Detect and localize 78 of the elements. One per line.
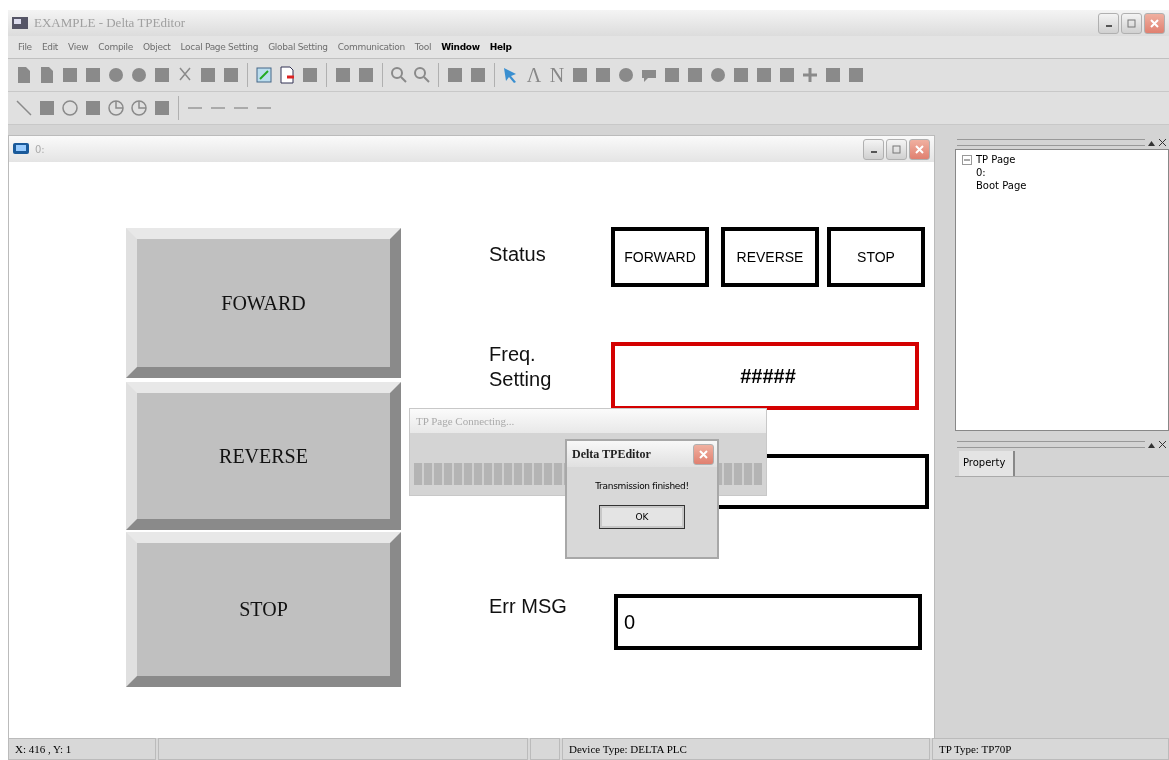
square-icon[interactable] <box>468 65 488 85</box>
text-tool[interactable]: N <box>547 63 567 87</box>
dialog-title: Delta TPEditor <box>572 446 651 462</box>
square-icon[interactable] <box>731 65 751 85</box>
square-icon[interactable] <box>333 65 353 85</box>
canvas-label: Freq. Setting <box>489 342 553 392</box>
text-tool[interactable]: Λ <box>524 63 544 87</box>
pie-outline-icon[interactable] <box>129 98 149 118</box>
dialog-title: TP Page Connecting... <box>410 409 766 433</box>
circle-outline-icon[interactable] <box>60 98 80 118</box>
search-icon[interactable] <box>412 65 432 85</box>
tree-item[interactable]: Boot Page <box>976 179 1027 192</box>
app-icon <box>12 17 28 29</box>
circle-icon[interactable] <box>616 65 636 85</box>
square-icon[interactable] <box>445 65 465 85</box>
square-icon[interactable] <box>777 65 797 85</box>
circle-icon[interactable] <box>129 65 149 85</box>
square-icon[interactable] <box>846 65 866 85</box>
page-icon[interactable] <box>277 65 297 85</box>
frequency-display: ##### <box>611 342 919 410</box>
menu-item[interactable]: Window <box>437 40 484 54</box>
square-icon[interactable] <box>152 65 172 85</box>
square-icon[interactable] <box>37 98 57 118</box>
tree-item[interactable]: 0: <box>976 166 986 179</box>
window-title: EXAMPLE - Delta TPEditor <box>34 15 186 31</box>
maximize-icon <box>1127 18 1136 28</box>
square-icon[interactable] <box>754 65 774 85</box>
plus-icon[interactable] <box>800 65 820 85</box>
square-icon[interactable] <box>356 65 376 85</box>
square-icon[interactable] <box>198 65 218 85</box>
close-button[interactable] <box>693 443 714 465</box>
search-icon[interactable] <box>389 65 409 85</box>
monitor-icon <box>13 142 29 156</box>
tp-type: TP Type: TP70P <box>932 738 1169 760</box>
collapse-icon[interactable] <box>962 154 972 165</box>
square-icon[interactable] <box>570 65 590 85</box>
status-lamp: FORWARD <box>611 227 709 287</box>
maximize-icon <box>892 144 901 154</box>
square-icon[interactable] <box>300 65 320 85</box>
status-lamp: STOP <box>827 227 925 287</box>
close-button[interactable] <box>909 138 930 160</box>
canvas-label: Status <box>489 242 547 267</box>
pie-outline-icon[interactable] <box>106 98 126 118</box>
close-icon <box>915 144 924 154</box>
menu-item[interactable]: Help <box>485 40 516 54</box>
square-icon[interactable] <box>221 65 241 85</box>
square-icon[interactable] <box>60 65 80 85</box>
minimize-button[interactable] <box>863 138 884 160</box>
close-icon[interactable] <box>1158 137 1167 147</box>
close-button[interactable] <box>1144 12 1165 34</box>
square-icon[interactable] <box>685 65 705 85</box>
canvas-label: Err MSG <box>489 594 568 619</box>
close-icon <box>1150 18 1159 28</box>
status-panel <box>530 738 560 760</box>
square-icon[interactable] <box>593 65 613 85</box>
edit-page-icon[interactable] <box>254 65 274 85</box>
tree-item[interactable]: TP Page <box>976 153 1016 166</box>
panel-tab[interactable]: Property <box>959 451 1016 476</box>
message-text: Transmission finished! <box>595 481 689 491</box>
square-icon[interactable] <box>83 65 103 85</box>
status-lamp: REVERSE <box>721 227 819 287</box>
device-type: Device Type: DELTA PLC <box>562 738 930 760</box>
cursor-position: X: 416 , Y: 1 <box>8 738 156 760</box>
diagonal-line-icon[interactable] <box>14 98 34 118</box>
square-icon[interactable] <box>152 98 172 118</box>
square-icon[interactable] <box>662 65 682 85</box>
close-icon[interactable] <box>1158 439 1167 449</box>
dock-grip[interactable] <box>957 138 1145 146</box>
close-icon <box>699 449 708 459</box>
square-icon[interactable] <box>823 65 843 85</box>
circle-icon[interactable] <box>708 65 728 85</box>
page-window-title: 0: <box>35 143 45 155</box>
square-icon[interactable] <box>83 98 103 118</box>
circle-icon[interactable] <box>106 65 126 85</box>
dock-grip[interactable] <box>957 440 1145 448</box>
error-message-display: 0 <box>614 594 922 650</box>
ok-button[interactable]: OK <box>599 505 685 529</box>
minimize-button[interactable] <box>1098 12 1119 34</box>
